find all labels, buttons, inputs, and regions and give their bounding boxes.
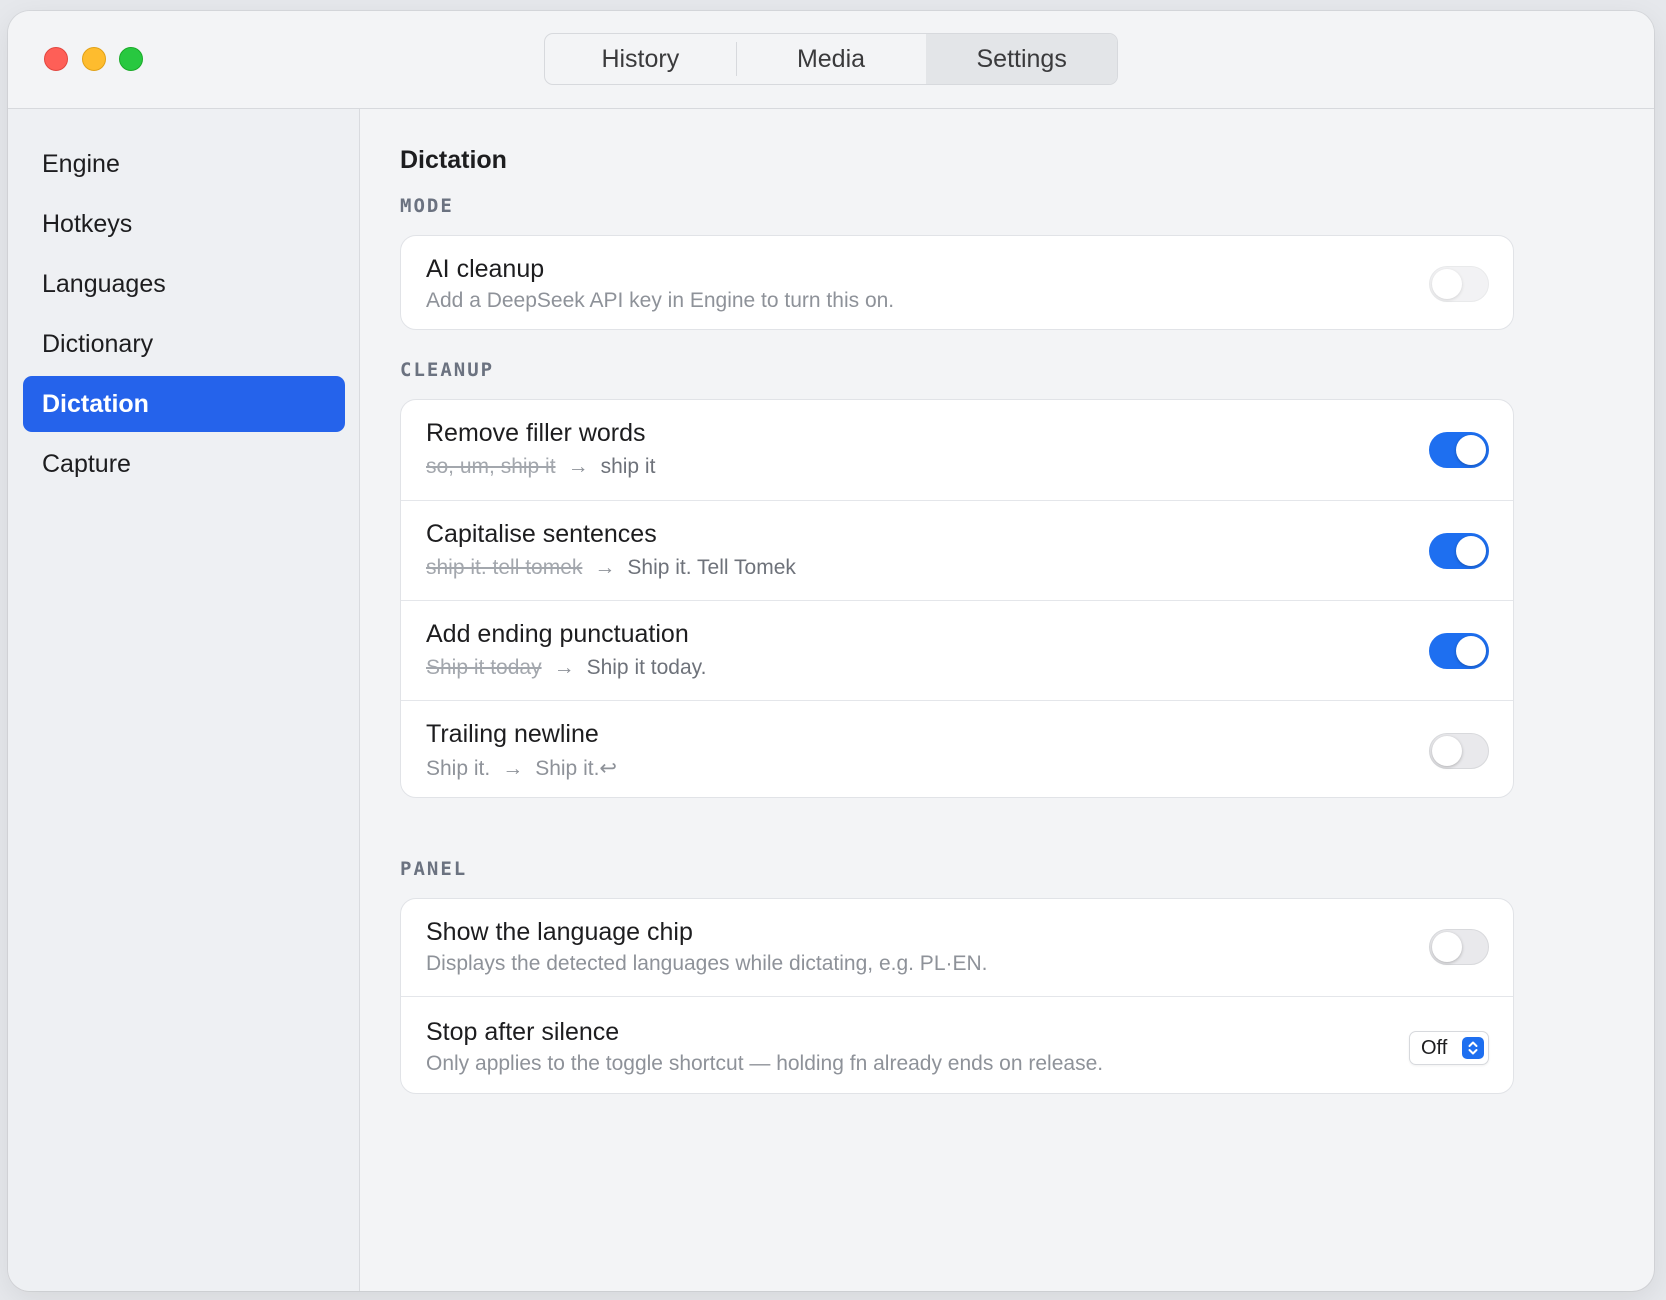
mode-card: AI cleanup Add a DeepSeek API key in Eng… [400, 235, 1514, 330]
example-line: ship it. tell tomek → Ship it. Tell Tomek [426, 556, 796, 580]
setting-row-trailing-newline: Trailing newline Ship it. → Ship it.↩ [401, 700, 1513, 797]
toggle-knob [1456, 435, 1486, 465]
select-value: Off [1421, 1036, 1448, 1059]
setting-row-language-chip: Show the language chip Displays the dete… [401, 899, 1513, 996]
setting-title: Remove filler words [426, 419, 646, 447]
setting-row-capitalise-sentences: Capitalise sentences ship it. tell tomek… [401, 500, 1513, 600]
example-line: Ship it. → Ship it.↩ [426, 756, 617, 781]
sidebar-item-dictionary[interactable]: Dictionary [23, 316, 345, 372]
example-line: so, um, ship it → ship it [426, 455, 655, 479]
toggle-knob [1432, 932, 1462, 962]
setting-title: Trailing newline [426, 720, 599, 748]
toggle-knob [1432, 736, 1462, 766]
close-window-button[interactable] [44, 47, 68, 71]
panel-card: Show the language chip Displays the dete… [400, 898, 1514, 1094]
example-before: Ship it today [426, 656, 542, 679]
trailing-newline-toggle[interactable] [1429, 733, 1489, 769]
setting-subtitle: Add a DeepSeek API key in Engine to turn… [426, 289, 895, 312]
ai-cleanup-toggle[interactable] [1429, 266, 1489, 302]
page-title: Dictation [400, 146, 507, 174]
arrow-right-icon: → [594, 556, 616, 579]
example-before: so, um, ship it [426, 455, 556, 478]
setting-title: AI cleanup [426, 255, 545, 283]
setting-title: Capitalise sentences [426, 520, 657, 548]
setting-subtitle: Displays the detected languages while di… [426, 952, 988, 975]
section-label-mode: MODE [400, 195, 454, 217]
setting-row-remove-filler-words: Remove filler words so, um, ship it → ship… [401, 400, 1513, 500]
setting-row-stop-after-silence: Stop after silence Only applies to the t… [401, 996, 1513, 1093]
setting-row-add-ending-punctuation: Add ending punctuation Ship it today → Shi… [401, 600, 1513, 700]
language-chip-toggle[interactable] [1429, 929, 1489, 965]
section-label-panel: PANEL [400, 858, 468, 880]
example-after: Ship it today. [586, 656, 707, 679]
section-label-cleanup: CLEANUP [400, 359, 495, 381]
example-line: Ship it today → Ship it today. [426, 656, 706, 680]
setting-row-ai-cleanup: AI cleanup Add a DeepSeek API key in Eng… [401, 236, 1513, 329]
sidebar-item-dictation[interactable]: Dictation [23, 376, 345, 432]
setting-title: Add ending punctuation [426, 620, 689, 648]
example-after: ship it [600, 455, 656, 478]
stop-after-silence-select[interactable]: Off [1409, 1031, 1489, 1065]
sidebar-item-languages[interactable]: Languages [23, 256, 345, 312]
toggle-knob [1432, 269, 1462, 299]
sidebar-item-hotkeys[interactable]: Hotkeys [23, 196, 345, 252]
example-before: ship it. tell tomek [426, 556, 583, 579]
example-before: Ship it. [426, 757, 491, 780]
cleanup-card: Remove filler words so, um, ship it → ship… [400, 399, 1514, 798]
remove-filler-words-toggle[interactable] [1429, 432, 1489, 468]
setting-title: Show the language chip [426, 918, 693, 946]
tab-settings[interactable]: Settings [926, 34, 1117, 84]
settings-window: History Media Settings Engine Hotkeys La… [8, 11, 1654, 1291]
titlebar: History Media Settings [8, 11, 1654, 109]
minimize-window-button[interactable] [82, 47, 106, 71]
example-after: Ship it.↩ [535, 757, 617, 780]
toggle-knob [1456, 536, 1486, 566]
arrow-right-icon: → [553, 656, 575, 679]
tab-media[interactable]: Media [735, 34, 927, 84]
top-tab-bar: History Media Settings [544, 33, 1118, 85]
sidebar-item-engine[interactable]: Engine [23, 136, 345, 192]
maximize-window-button[interactable] [119, 47, 143, 71]
setting-title: Stop after silence [426, 1018, 620, 1046]
chevron-up-down-icon [1462, 1037, 1484, 1059]
example-after: Ship it. Tell Tomek [627, 556, 796, 579]
toggle-knob [1456, 636, 1486, 666]
arrow-right-icon: → [502, 757, 524, 780]
arrow-right-icon: → [567, 455, 589, 478]
add-ending-punctuation-toggle[interactable] [1429, 633, 1489, 669]
capitalise-sentences-toggle[interactable] [1429, 533, 1489, 569]
setting-subtitle: Only applies to the toggle shortcut — ho… [426, 1052, 1104, 1075]
settings-sidebar: Engine Hotkeys Languages Dictionary Dict… [8, 109, 360, 1291]
sidebar-item-capture[interactable]: Capture [23, 436, 345, 492]
settings-content: Dictation MODE AI cleanup Add a DeepSeek… [360, 109, 1654, 1291]
tab-history[interactable]: History [545, 34, 736, 84]
